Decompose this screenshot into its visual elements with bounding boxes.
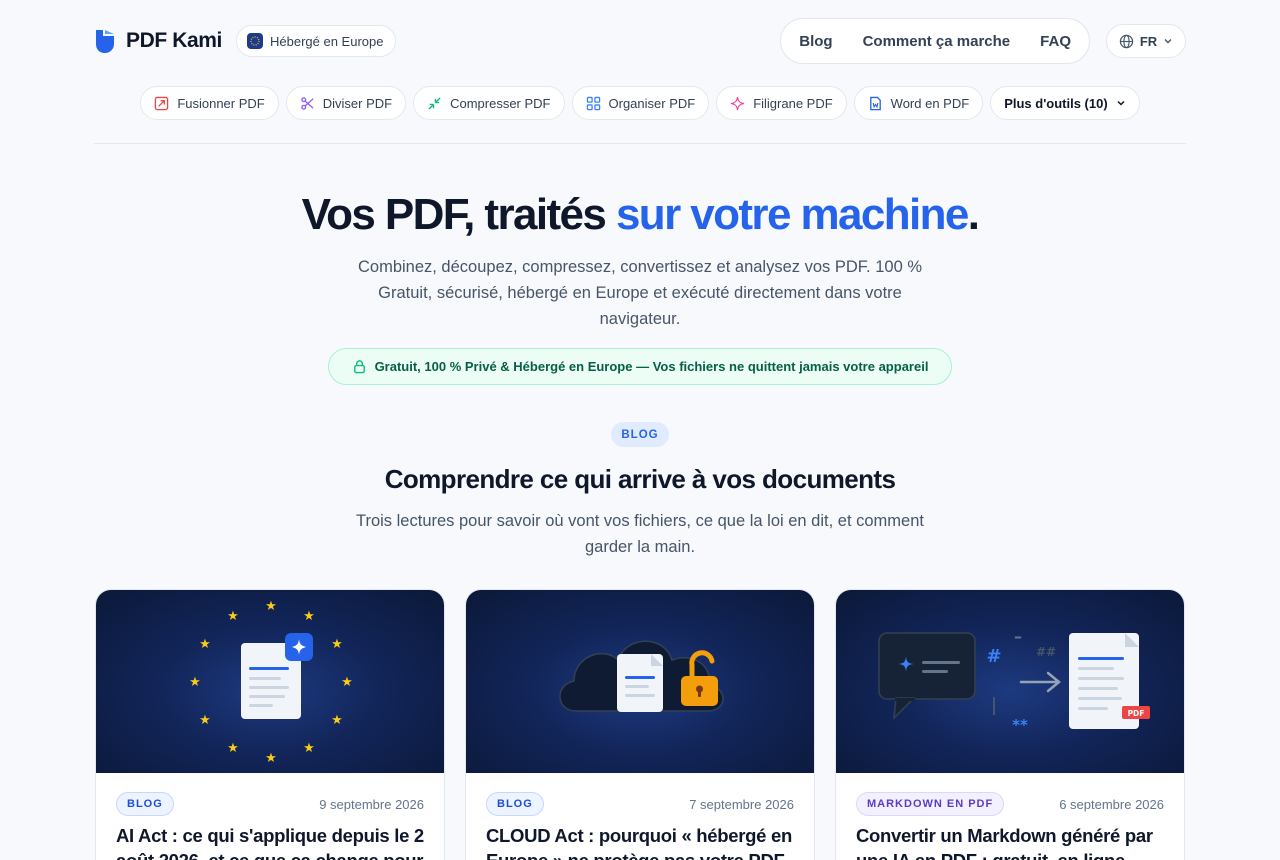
card-meta: BLOG 9 septembre 2026	[116, 792, 424, 816]
blog-card[interactable]: # – ## ** PDF MARKDOWN EN PDF 6 septembr	[835, 589, 1185, 860]
svg-text:PDF: PDF	[1128, 709, 1145, 718]
scissors-icon	[300, 96, 314, 110]
logo-icon	[96, 30, 114, 53]
card-meta: MARKDOWN EN PDF 6 septembre 2026	[856, 792, 1164, 816]
main-nav: Blog Comment ça marche FAQ	[780, 18, 1090, 64]
eu-badge-label: Hébergé en Europe	[270, 33, 384, 49]
card-illustration: # – ## ** PDF	[836, 590, 1184, 773]
card-category-chip[interactable]: MARKDOWN EN PDF	[856, 792, 1005, 816]
svg-text:★: ★	[265, 599, 277, 614]
card-meta: BLOG 7 septembre 2026	[486, 792, 794, 816]
merge-icon	[155, 96, 169, 110]
card-date: 6 septembre 2026	[1059, 796, 1164, 812]
blog-section-tag: BLOG	[611, 422, 669, 447]
chevron-down-icon	[1164, 39, 1172, 44]
globe-icon	[1119, 34, 1134, 48]
grid-icon	[586, 96, 600, 110]
hero-title-start: Vos PDF, traités	[301, 190, 616, 239]
lock-icon	[353, 360, 365, 374]
tool-label: Compresser PDF	[450, 95, 551, 111]
tool-label: Fusionner PDF	[177, 95, 265, 111]
eu-flag-icon	[247, 33, 263, 49]
more-tools-dropdown[interactable]: Plus d'outils (10)	[990, 86, 1140, 120]
header-divider	[94, 143, 1186, 144]
card-illustration: ★ ★ ★ ★ ★ ★ ★ ★ ★ ★ ★ ★	[96, 590, 444, 773]
tool-label: Filigrane PDF	[753, 95, 833, 111]
markdown-to-pdf-illustration: # – ## ** PDF	[878, 627, 1150, 734]
tool-label: Word en PDF	[890, 95, 970, 111]
eu-stars-document-illustration: ★ ★ ★ ★ ★ ★ ★ ★ ★ ★ ★ ★	[189, 599, 353, 766]
hero-title: Vos PDF, traités sur votre machine.	[0, 190, 1280, 240]
card-category-chip[interactable]: BLOG	[486, 792, 544, 816]
chevron-down-icon	[1117, 100, 1125, 106]
svg-text:**: **	[1012, 716, 1028, 734]
card-date: 9 septembre 2026	[319, 796, 424, 812]
svg-text:★: ★	[227, 741, 239, 756]
nav-faq[interactable]: FAQ	[1040, 33, 1071, 50]
tool-compress-pdf[interactable]: Compresser PDF	[413, 86, 565, 120]
blog-section-title: Comprendre ce qui arrive à vos documents	[384, 464, 896, 494]
svg-text:★: ★	[331, 713, 343, 728]
language-code: FR	[1139, 33, 1158, 49]
blog-section-subtitle: Trois lectures pour savoir où vont vos f…	[356, 512, 924, 556]
hero-title-end: .	[967, 190, 980, 239]
svg-text:★: ★	[265, 751, 277, 766]
brand-logo[interactable]: PDF Kami	[94, 28, 222, 54]
compress-icon	[428, 96, 441, 110]
card-category-chip[interactable]: BLOG	[116, 792, 174, 816]
svg-text:★: ★	[341, 675, 353, 690]
brand-name: PDF Kami	[126, 29, 222, 52]
hero-title-accent: sur votre machine	[615, 190, 969, 239]
tool-organize-pdf[interactable]: Organiser PDF	[571, 86, 710, 120]
svg-text:★: ★	[303, 741, 315, 756]
tool-merge-pdf[interactable]: Fusionner PDF	[140, 86, 279, 120]
svg-text:★: ★	[189, 675, 201, 690]
blog-card[interactable]: ★ ★ ★ ★ ★ ★ ★ ★ ★ ★ ★ ★ BLOG 9 septembre…	[95, 589, 445, 860]
svg-text:#: #	[986, 646, 1001, 667]
svg-text:★: ★	[331, 637, 343, 652]
svg-text:★: ★	[199, 637, 211, 652]
privacy-banner: Gratuit, 100 % Privé & Hébergé en Europe…	[328, 348, 952, 385]
blog-cards: ★ ★ ★ ★ ★ ★ ★ ★ ★ ★ ★ ★ BLOG 9 septembre…	[95, 589, 1185, 860]
privacy-text: Gratuit, 100 % Privé & Hébergé en Europe…	[374, 359, 929, 374]
language-selector[interactable]: FR	[1106, 24, 1186, 58]
tools-bar: Fusionner PDF Diviser PDF Compresser PDF…	[0, 86, 1280, 120]
nav-blog[interactable]: Blog	[799, 33, 832, 50]
sparkle-icon	[731, 96, 745, 110]
card-illustration	[466, 590, 814, 773]
svg-text:★: ★	[199, 713, 211, 728]
tool-label: Diviser PDF	[322, 95, 393, 111]
tool-label: Plus d'outils (10)	[1004, 95, 1108, 111]
word-doc-icon	[869, 96, 881, 110]
eu-hosting-badge: Hébergé en Europe	[236, 25, 397, 57]
card-title[interactable]: AI Act : ce qui s'applique depuis le 2 a…	[116, 823, 424, 860]
nav-how-it-works[interactable]: Comment ça marche	[863, 33, 1011, 50]
tool-word-to-pdf[interactable]: Word en PDF	[853, 86, 984, 120]
blog-card[interactable]: BLOG 7 septembre 2026 CLOUD Act : pourqu…	[465, 589, 815, 860]
tool-split-pdf[interactable]: Diviser PDF	[285, 86, 407, 120]
site-header: PDF Kami Hébergé en Europe Blog Comment …	[94, 18, 1186, 64]
hero-subtitle: Combinez, découpez, compressez, converti…	[357, 258, 922, 328]
tool-label: Organiser PDF	[608, 95, 696, 111]
cloud-lock-illustration	[559, 640, 724, 712]
svg-text:★: ★	[303, 609, 315, 624]
svg-text:##: ##	[1036, 645, 1056, 659]
svg-text:–: –	[1014, 627, 1022, 646]
card-date: 7 septembre 2026	[689, 796, 794, 812]
card-title[interactable]: Convertir un Markdown généré par une IA …	[856, 823, 1164, 860]
card-title[interactable]: CLOUD Act : pourquoi « hébergé en Europe…	[486, 823, 794, 860]
tool-watermark-pdf[interactable]: Filigrane PDF	[716, 86, 847, 120]
svg-text:★: ★	[227, 609, 239, 624]
